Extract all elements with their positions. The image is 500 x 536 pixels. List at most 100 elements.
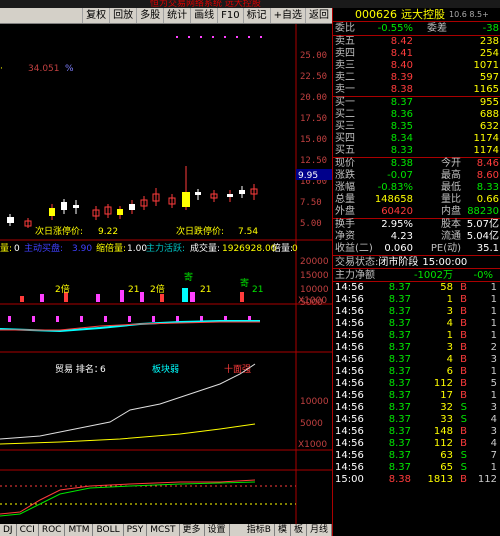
top-marker-dots [176,36,262,38]
toolbar-replay-button[interactable]: 回放 [109,8,136,23]
window-title: 恒为交易网络系统 远大控股 [150,0,261,8]
limit-up-value: 9.22 [98,227,118,237]
tab-mcst[interactable]: MCST [147,524,180,536]
order-volume: 632 [479,121,499,132]
order-level-label: 买一 [335,97,355,108]
order-book-row[interactable]: 卖四 8.41 254 [333,48,500,60]
toolbar-stats-button[interactable]: 统计 [163,8,190,23]
stats-row: 涨跌 -0.07 最高 8.60 [333,170,500,182]
tick-count: 1 [490,462,497,473]
order-level-label: 买四 [335,133,355,144]
tick-direction: B [460,474,467,485]
kline-chart-area[interactable]: 25.00 22.50 20.00 17.50 15.00 12.50 10.0… [0,24,332,524]
limit-down-label: 次日跌停价: [176,225,224,237]
tab-boll[interactable]: BOLL [93,524,124,536]
indicator-pane-macd [0,316,260,333]
tick-time: 14:56 [335,438,364,449]
tab-monthly[interactable]: 月线 [307,524,332,536]
toolbar-f10-button[interactable]: F10 [217,8,242,23]
toolbar-fuquan-button[interactable]: 复权 [82,8,109,23]
tick-direction: B [460,306,467,317]
tick-volume: 4 [446,354,453,365]
main-net-pct: -0% [473,270,493,281]
toolbar-add-watchlist-button[interactable]: +自选 [269,8,305,23]
rank-axis-tick: 5000 [300,419,323,429]
tick-count: 4 [490,414,497,425]
tick-time: 14:56 [335,354,364,365]
toolbar-draw-line-button[interactable]: 画线 [190,8,217,23]
tick-count: 3 [490,402,497,413]
stat-value: -0.83% [377,182,413,193]
stats2-row: 净资 4.23 流通 5.04亿 [333,231,500,243]
tick-count: 1 [490,318,497,329]
tick-time: 14:56 [335,450,364,461]
tab-template[interactable]: 模 [275,524,291,536]
current-price-tag: 9.95 [298,171,318,181]
order-book-row[interactable]: 买三 8.35 632 [333,121,500,133]
order-level-label: 卖二 [335,72,355,83]
order-book-row[interactable]: 买一 8.37 955 [333,97,500,109]
vol-header-e: 成交量: [190,242,220,254]
tick-price: 8.37 [388,426,411,437]
vol-tick: 20000 [300,257,329,267]
kline-chart-svg[interactable]: 25.00 22.50 20.00 17.50 15.00 12.50 10.0… [0,24,332,524]
tick-volume: 6 [446,366,453,377]
order-book-row[interactable]: 卖五 8.42 238 [333,36,500,48]
tick-time: 14:56 [335,294,364,305]
order-book-row[interactable]: 买五 8.33 1174 [333,145,500,157]
stat-value: 5.04亿 [466,231,499,242]
vol-header-d: 主力活跃: [146,242,185,254]
order-book-row[interactable]: 卖一 8.38 1165 [333,84,500,96]
tab-roc[interactable]: ROC [39,524,66,536]
order-volume: 1174 [473,133,499,144]
stat-value: 35.1 [476,243,499,254]
tab-psy[interactable]: PSY [124,524,148,536]
order-price: 8.33 [390,145,413,156]
stat-label: 净资 [335,231,355,242]
tick-count: 5 [490,378,497,389]
tab-cci[interactable]: CCI [17,524,39,536]
toolbar-mark-button[interactable]: 标记 [242,8,270,23]
tab-settings[interactable]: 设置 [205,524,230,536]
stat-value: 148658 [374,194,413,205]
tick-direction: S [460,450,467,461]
order-book-row[interactable]: 卖三 8.40 1071 [333,60,500,72]
price-tick: 22.50 [300,72,327,82]
tab-indicator-b[interactable]: 指标B [244,524,275,536]
order-level-label: 卖五 [335,36,355,47]
window-title-bar: 恒为交易网络系统 远大控股 [0,0,500,8]
tick-volume: 65 [440,462,453,473]
order-book-row[interactable]: 买二 8.36 688 [333,109,500,121]
order-book-row[interactable]: 买四 8.34 1174 [333,133,500,145]
vol-mark: 21 [200,285,211,295]
price-axis: 25.00 22.50 20.00 17.50 15.00 12.50 10.0… [300,51,327,229]
volume-indicator-header: 量: 0 主动买盘: 3.90 缩倍量: 1.00 主力活跃: 成交量: 192… [0,242,298,254]
tick-row: 14:56 8.37 63 S 7 [333,450,500,462]
main-net-label: 主力净额 [335,270,375,281]
tab-more[interactable]: 更多 [180,524,205,536]
tick-direction: B [460,438,467,449]
tick-price: 8.37 [388,438,411,449]
tab-dj[interactable]: DJ [0,524,17,536]
tick-price: 8.37 [388,342,411,353]
toolbar-back-button[interactable]: 返回 [305,8,332,23]
stat-label: 流通 [441,231,461,242]
order-price: 8.37 [390,97,413,108]
stat-value: 8.38 [390,158,413,169]
stats-row: 外盘 60420 内盘 88230 [333,206,500,218]
tick-direction: B [460,318,467,329]
left-dot: · [0,64,3,74]
tick-time: 14:56 [335,414,364,425]
order-price: 8.42 [390,36,413,47]
toolbar-multi-stock-button[interactable]: 多股 [136,8,163,23]
order-book-row[interactable]: 卖二 8.39 597 [333,72,500,84]
tick-list[interactable]: 14:56 8.37 58 B 1 14:56 8.37 1 B 1 14:56 8.37 3 B 1 14:… [333,281,500,486]
tick-price: 8.37 [388,366,411,377]
tab-board[interactable]: 板 [291,524,307,536]
tick-count: 1 [490,330,497,341]
stat-value: 5.07亿 [466,219,499,230]
tab-mtm[interactable]: MTM [65,524,94,536]
price-tick: 12.50 [300,156,327,166]
